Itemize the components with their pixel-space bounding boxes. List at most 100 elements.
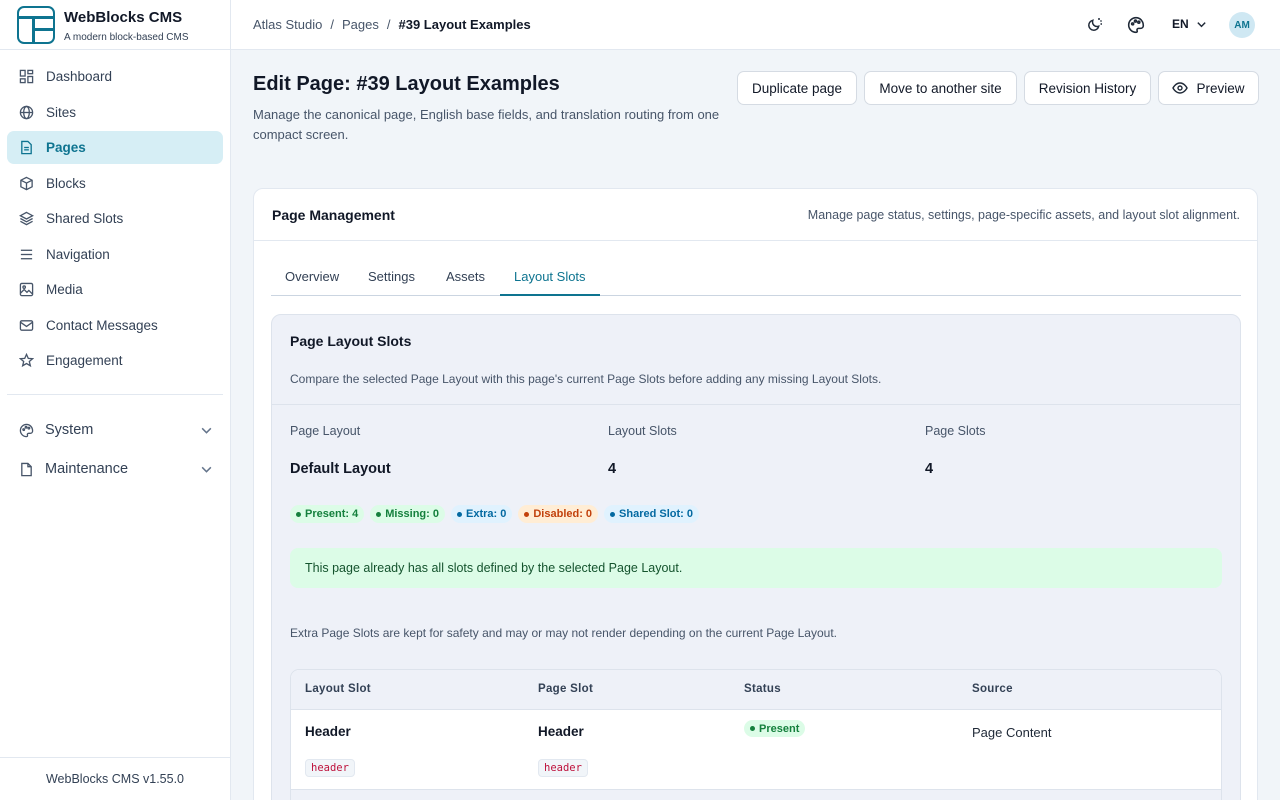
badge-extra: Extra: 0 [451, 505, 513, 523]
topbar: Atlas Studio / Pages / #39 Layout Exampl… [231, 0, 1280, 50]
sidebar-item-pages[interactable]: Pages [7, 131, 223, 164]
eye-icon [1172, 82, 1189, 94]
stat-label-page-slots: Page Slots [925, 424, 986, 438]
slot-summary-badges: Present: 4 Missing: 0 Extra: 0 Disabled:… [290, 505, 700, 523]
sidebar-item-label: Shared Slots [46, 211, 124, 226]
column-source: Source [972, 683, 1013, 695]
badge-present: Present: 4 [290, 505, 365, 523]
sidebar-item-sites[interactable]: Sites [7, 96, 223, 129]
chevron-down-icon [201, 466, 212, 473]
file-icon [19, 462, 34, 477]
badge-shared-slot: Shared Slot: 0 [604, 505, 700, 523]
brand-title: WebBlocks CMS [64, 9, 183, 26]
stat-label-page-layout: Page Layout [290, 424, 361, 438]
sidebar-item-label: Media [46, 282, 83, 297]
palette-icon[interactable] [1127, 16, 1145, 34]
breadcrumb-current: #39 Layout Examples [398, 17, 531, 32]
duplicate-page-button[interactable]: Duplicate page [737, 71, 857, 105]
sidebar-item-dashboard[interactable]: Dashboard [7, 60, 223, 93]
document-icon [19, 140, 34, 155]
cell-layout-slot: Header [305, 724, 351, 739]
tab-assets[interactable]: Assets [432, 256, 499, 296]
sidebar-item-label: Engagement [46, 353, 123, 368]
card-header: Page Management Manage page status, sett… [254, 189, 1257, 241]
palette-icon [19, 423, 34, 438]
tab-bar: Overview Settings Assets Layout Slots [271, 256, 1241, 296]
sidebar-item-navigation[interactable]: Navigation [7, 238, 223, 271]
sidebar-group-system[interactable]: System [7, 414, 223, 446]
sidebar-item-label: Blocks [46, 175, 86, 191]
badge-disabled: Disabled: 0 [518, 505, 599, 523]
cell-page-slot-code: header [538, 759, 588, 777]
star-icon [19, 353, 34, 368]
page-title: Edit Page: #39 Layout Examples [253, 73, 560, 95]
sidebar-nav: Dashboard Sites Pages Blocks Shared Slot… [7, 60, 223, 380]
chevron-down-icon [1196, 21, 1206, 27]
stat-label-layout-slots: Layout Slots [608, 424, 677, 438]
tab-settings[interactable]: Settings [354, 256, 429, 296]
sidebar-item-engagement[interactable]: Engagement [7, 344, 223, 377]
avatar[interactable]: AM [1229, 12, 1255, 38]
table-header: Layout Slot Page Slot Status Source [291, 670, 1221, 710]
column-page-slot: Page Slot [538, 683, 594, 695]
menu-icon [19, 247, 34, 262]
tab-overview[interactable]: Overview [271, 256, 353, 296]
language-label: EN [1172, 17, 1189, 31]
page-description: Manage the canonical page, English base … [253, 107, 720, 142]
preview-label: Preview [1196, 80, 1245, 96]
card-description: Manage page status, settings, page-speci… [807, 208, 1240, 222]
column-layout-slot: Layout Slot [305, 683, 371, 695]
panel-title: Page Layout Slots [290, 333, 412, 349]
tab-layout-slots[interactable]: Layout Slots [500, 256, 600, 296]
globe-icon [19, 105, 34, 120]
sidebar-item-label: Navigation [46, 246, 110, 262]
breadcrumb: Atlas Studio / Pages / #39 Layout Exampl… [253, 17, 531, 32]
sidebar-item-shared-slots[interactable]: Shared Slots [7, 202, 223, 235]
badge-missing: Missing: 0 [370, 505, 445, 523]
theme-toggle-icon[interactable] [1086, 16, 1104, 34]
column-status: Status [744, 683, 781, 695]
status-badge: Present [744, 720, 806, 737]
sidebar-group-label: Maintenance [45, 461, 129, 477]
stat-value-layout-slots: 4 [608, 461, 617, 477]
sidebar-divider [7, 394, 223, 395]
sidebar-group-label: System [45, 422, 94, 438]
success-alert: This page already has all slots defined … [290, 548, 1222, 588]
cell-layout-slot-code: header [305, 759, 355, 777]
sidebar-item-label: Sites [46, 104, 77, 120]
panel-header: Page Layout Slots Compare the selected P… [272, 315, 1240, 405]
sidebar-item-label: Contact Messages [46, 317, 158, 333]
panel-description: Compare the selected Page Layout with th… [290, 372, 882, 386]
chevron-down-icon [201, 427, 212, 434]
sidebar-group-maintenance[interactable]: Maintenance [7, 453, 223, 485]
preview-button[interactable]: Preview [1158, 71, 1259, 105]
cell-page-slot: Header [538, 724, 584, 739]
breadcrumb-separator: / [386, 17, 391, 32]
slots-table: Layout Slot Page Slot Status Source Head… [290, 669, 1222, 800]
breadcrumb-pages[interactable]: Pages [342, 17, 379, 32]
version-label: WebBlocks CMS v1.55.0 [0, 757, 230, 800]
sidebar-item-blocks[interactable]: Blocks [7, 167, 223, 200]
cell-source: Page Content [972, 725, 1052, 740]
webblocks-logo-icon [17, 6, 55, 44]
mail-icon [19, 318, 34, 333]
page-management-card: Page Management Manage page status, sett… [253, 188, 1258, 800]
sidebar-item-media[interactable]: Media [7, 273, 223, 306]
sidebar-item-label: Dashboard [46, 69, 113, 84]
revision-history-button[interactable]: Revision History [1024, 71, 1151, 105]
move-site-button[interactable]: Move to another site [864, 71, 1017, 105]
cube-icon [19, 176, 34, 191]
sidebar: WebBlocks CMS A modern block-based CMS D… [0, 0, 231, 800]
language-selector[interactable]: EN [1172, 17, 1207, 31]
table-row [291, 790, 1221, 800]
card-title: Page Management [272, 207, 395, 223]
layers-icon [19, 211, 34, 226]
breadcrumb-separator: / [330, 17, 334, 32]
breadcrumb-site[interactable]: Atlas Studio [253, 17, 322, 32]
brand[interactable]: WebBlocks CMS A modern block-based CMS [0, 0, 230, 50]
image-icon [19, 282, 34, 297]
extra-slots-note: Extra Page Slots are kept for safety and… [290, 626, 837, 640]
brand-subtitle: A modern block-based CMS [64, 32, 189, 43]
dashboard-icon [19, 69, 34, 84]
sidebar-item-contact-messages[interactable]: Contact Messages [7, 309, 223, 342]
